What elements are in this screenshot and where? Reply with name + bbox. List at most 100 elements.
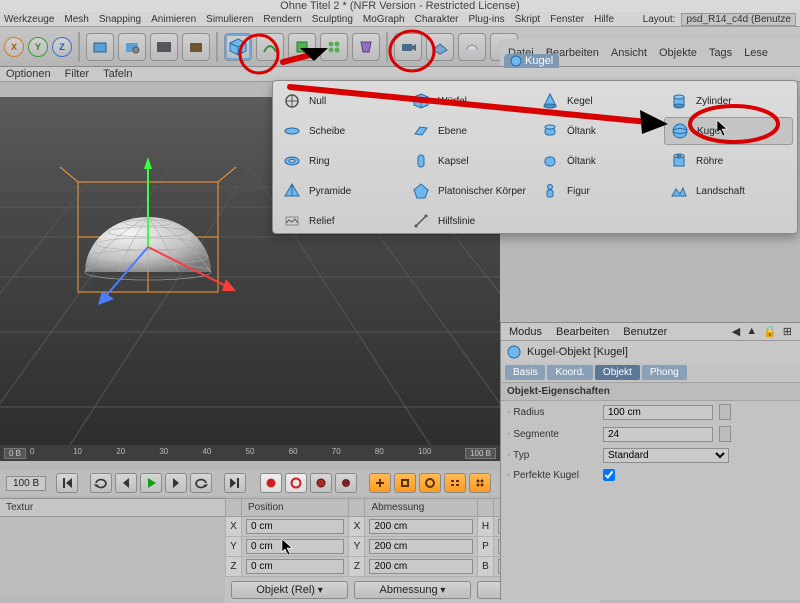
render-queue-button[interactable] (182, 33, 210, 61)
objmgr-menu-lese[interactable]: Lese (744, 47, 768, 59)
key-pos-button[interactable] (369, 473, 391, 493)
attr-perfekte kugel-checkbox[interactable] (603, 469, 615, 481)
attr-segmente-field[interactable] (603, 427, 713, 442)
subtab-filter[interactable]: Filter (65, 68, 89, 80)
record-button[interactable] (260, 473, 282, 493)
attr-tab-benutzer[interactable]: Benutzer (623, 326, 667, 338)
object-tab-kugel[interactable]: Kugel (504, 54, 559, 68)
primitive-item-pyramid[interactable]: Pyramide (277, 177, 406, 205)
keyframe-sel-button[interactable] (310, 473, 332, 493)
primitive-item-oiltank[interactable]: Öltank (535, 117, 664, 145)
layout-dropdown[interactable]: psd_R14_c4d (Benutze (681, 13, 796, 26)
axis-y-button[interactable]: Y (28, 37, 48, 57)
menu-werkzeuge[interactable]: Werkzeuge (4, 14, 54, 25)
primitive-item-disc[interactable]: Scheibe (277, 117, 406, 145)
primitive-item-cone[interactable]: Kegel (535, 87, 664, 115)
menu-fenster[interactable]: Fenster (550, 14, 584, 25)
key-param-button[interactable] (444, 473, 466, 493)
keyframe-all-button[interactable] (335, 473, 357, 493)
menu-rendern[interactable]: Rendern (263, 14, 301, 25)
spline-button[interactable] (256, 33, 284, 61)
menu-animieren[interactable]: Animieren (151, 14, 196, 25)
primitive-item-figure[interactable]: Figur (535, 177, 664, 205)
key-rot-button[interactable] (419, 473, 441, 493)
picture-viewer-button[interactable] (150, 33, 178, 61)
menu-charakter[interactable]: Charakter (415, 14, 459, 25)
objmgr-menu-objekte[interactable]: Objekte (659, 47, 697, 59)
coord-dim-x[interactable] (369, 519, 472, 534)
coord-dim-dropdown[interactable]: Abmessung ▾ (354, 581, 471, 599)
primitive-item-guide[interactable]: Hilfslinie (406, 207, 535, 235)
attr-nav-up-icon[interactable]: ▲ (746, 325, 757, 338)
nurbs-button[interactable] (288, 33, 316, 61)
step-forward-button[interactable] (165, 473, 187, 493)
menu-simulieren[interactable]: Simulieren (206, 14, 253, 25)
primitive-item-cylinder[interactable]: Zylinder (664, 87, 793, 115)
loop-forward-button[interactable] (190, 473, 212, 493)
spinner-icon[interactable] (719, 404, 731, 420)
primitive-item-null[interactable]: Null (277, 87, 406, 115)
primitive-cube-button[interactable] (224, 33, 252, 61)
loop-button[interactable] (90, 473, 112, 493)
primitive-item-platonic[interactable]: Platonischer Körper (406, 177, 535, 205)
coord-dim-z[interactable] (369, 559, 472, 574)
attr-menu-icon[interactable]: ⊞ (783, 325, 792, 338)
attr-typ-dropdown[interactable]: Standard (603, 448, 729, 463)
coord-pos-y[interactable] (246, 539, 344, 554)
primitive-item-oiltank2[interactable]: Öltank (535, 147, 664, 175)
menu-skript[interactable]: Skript (515, 14, 541, 25)
array-button[interactable] (320, 33, 348, 61)
goto-start-button[interactable] (56, 473, 78, 493)
menu-mograph[interactable]: MoGraph (363, 14, 405, 25)
coord-mode-dropdown[interactable]: Objekt (Rel) ▾ (231, 581, 348, 599)
menu-mesh[interactable]: Mesh (64, 14, 88, 25)
timeline-ruler[interactable]: 0 B 01020304050607080100 100 B (0, 445, 500, 461)
primitive-item-torus[interactable]: Ring (277, 147, 406, 175)
menu-snapping[interactable]: Snapping (99, 14, 141, 25)
play-button[interactable] (140, 473, 162, 493)
deformer-button[interactable] (352, 33, 380, 61)
attr-radius-field[interactable] (603, 405, 713, 420)
autokey-button[interactable] (285, 473, 307, 493)
menu-hilfe[interactable]: Hilfe (594, 14, 614, 25)
step-back-button[interactable] (115, 473, 137, 493)
primitive-item-capsule[interactable]: Kapsel (406, 147, 535, 175)
subtab-tafeln[interactable]: Tafeln (103, 68, 132, 80)
attr-tab-modus[interactable]: Modus (509, 326, 542, 338)
primitive-item-plane[interactable]: Ebene (406, 117, 535, 145)
timeline-range-end[interactable]: 100 B (465, 448, 496, 459)
axis-z-button[interactable]: Z (52, 37, 72, 57)
attr-nav-back-icon[interactable]: ◀ (732, 325, 740, 338)
floor-button[interactable] (426, 33, 454, 61)
objmgr-menu-ansicht[interactable]: Ansicht (611, 47, 647, 59)
primitive-item-cube[interactable]: Würfel (406, 87, 535, 115)
sky-button[interactable] (458, 33, 486, 61)
objmgr-menu-tags[interactable]: Tags (709, 47, 732, 59)
spinner-icon[interactable] (719, 426, 731, 442)
attr-lock-icon[interactable]: 🔒 (763, 325, 777, 338)
menu-sculpting[interactable]: Sculpting (312, 14, 353, 25)
attr-objtab-phong[interactable]: Phong (642, 365, 687, 380)
coord-pos-z[interactable] (246, 559, 344, 574)
timeline-start-frame[interactable]: 0 B (4, 448, 26, 459)
subtab-optionen[interactable]: Optionen (6, 68, 51, 80)
attr-objtab-basis[interactable]: Basis (505, 365, 545, 380)
primitive-item-tube[interactable]: Röhre (664, 147, 793, 175)
render-view-button[interactable] (86, 33, 114, 61)
key-pla-button[interactable] (469, 473, 491, 493)
primitive-item-relief[interactable]: Relief (277, 207, 406, 235)
camera-button[interactable] (394, 33, 422, 61)
coord-pos-x[interactable] (246, 519, 344, 534)
tube-icon (670, 152, 688, 170)
render-settings-button[interactable] (118, 33, 146, 61)
attr-objtab-koord[interactable]: Koord. (547, 365, 592, 380)
key-scale-button[interactable] (394, 473, 416, 493)
attr-tab-bearbeiten[interactable]: Bearbeiten (556, 326, 609, 338)
goto-end-button[interactable] (224, 473, 246, 493)
axis-x-button[interactable]: X (4, 37, 24, 57)
attr-objtab-objekt[interactable]: Objekt (595, 365, 640, 380)
menu-plugins[interactable]: Plug-ins (469, 14, 505, 25)
primitive-item-landscape[interactable]: Landschaft (664, 177, 793, 205)
end-frame-field[interactable]: 100 B (6, 476, 46, 491)
coord-dim-y[interactable] (369, 539, 472, 554)
